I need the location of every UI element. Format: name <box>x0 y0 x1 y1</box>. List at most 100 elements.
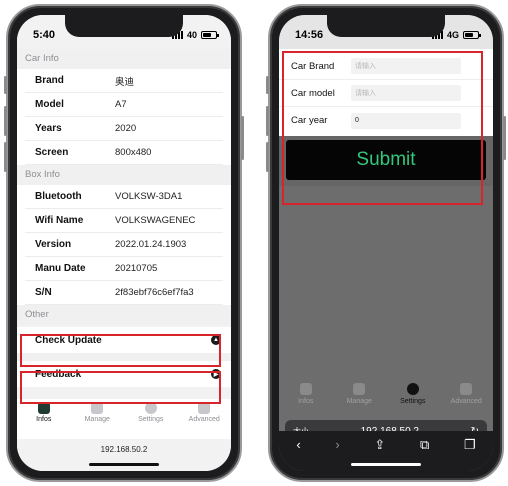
form-row-car-year: Car year <box>279 107 493 134</box>
volume-up-button <box>4 106 7 136</box>
manage-icon <box>353 383 366 395</box>
tabs-icon[interactable]: ❐ <box>464 437 476 453</box>
bookmarks-icon[interactable]: ⧉ <box>420 437 429 453</box>
car-info-list: Brand 奥迪 Model A7 Years 2020 Screen 800x… <box>17 69 231 165</box>
info-value: 奥迪 <box>115 76 135 88</box>
submit-button[interactable]: Submit <box>286 140 486 180</box>
power-button <box>503 116 506 160</box>
power-button <box>241 116 244 160</box>
car-year-input[interactable] <box>351 112 461 129</box>
network-label: 4G <box>446 30 459 40</box>
section-header-box-info: Box Info <box>17 165 231 185</box>
info-label: Bluetooth <box>35 191 82 202</box>
box-info-list: Bluetooth VOLKSW-3DA1 Wifi Name VOLKSWAG… <box>17 185 231 305</box>
car-model-input[interactable] <box>351 85 461 101</box>
info-row-wifi-name: Wifi Name VOLKSWAGENEC <box>25 209 223 233</box>
info-label: Manu Date <box>35 263 86 274</box>
manage-icon <box>91 402 104 414</box>
right-phone-screen: 14:56 4G Car Brand Car model Car year Su <box>279 15 493 471</box>
right-phone-frame: 14:56 4G Car Brand Car model Car year Su <box>266 4 506 482</box>
submit-container: Submit <box>279 136 493 186</box>
infos-icon <box>37 402 50 414</box>
settings-icon <box>406 383 419 395</box>
tab-label: Advanced <box>450 398 482 405</box>
advanced-icon <box>198 402 211 414</box>
info-row-manu-date: Manu Date 20210705 <box>25 257 223 281</box>
check-update-label: Check Update <box>35 334 102 346</box>
volume-down-button <box>4 142 7 172</box>
info-row-model: Model A7 <box>25 93 223 117</box>
back-icon[interactable]: ‹ <box>296 437 300 452</box>
info-value: 2022.01.24.1903 <box>115 239 187 250</box>
chevron-right-icon: ▶ <box>211 369 221 379</box>
tab-infos[interactable]: Infos <box>282 383 330 419</box>
battery-icon <box>201 31 219 39</box>
info-value: VOLKSWAGENEC <box>115 215 196 226</box>
volume-down-button <box>266 142 269 172</box>
info-label: Years <box>35 123 62 134</box>
settings-icon <box>144 402 157 414</box>
section-header-other: Other <box>17 305 231 325</box>
tab-settings[interactable]: Settings <box>126 402 176 423</box>
tab-bar: Infos Manage Settings Advanced <box>279 379 493 419</box>
notch <box>327 15 445 37</box>
info-value: A7 <box>115 99 127 110</box>
info-label: S/N <box>35 287 52 298</box>
tab-label: Advanced <box>188 416 220 423</box>
info-label: Screen <box>35 147 69 158</box>
info-row-version: Version 2022.01.24.1903 <box>25 233 223 257</box>
info-label: Model <box>35 99 64 110</box>
car-model-label: Car model <box>291 87 335 99</box>
network-label: 40 <box>186 30 197 40</box>
status-time: 14:56 <box>295 29 324 41</box>
notch <box>65 15 183 37</box>
info-row-years: Years 2020 <box>25 117 223 141</box>
info-value: 800x480 <box>115 147 152 158</box>
tab-bar: Infos Manage Settings Advanced <box>17 399 231 439</box>
url-text: 192.168.50.2 <box>100 445 148 454</box>
info-row-screen: Screen 800x480 <box>25 141 223 165</box>
tab-advanced[interactable]: Advanced <box>179 402 229 423</box>
feedback-button[interactable]: Feedback ▶ <box>17 361 231 387</box>
tab-label: Manage <box>84 416 110 423</box>
car-year-label: Car year <box>291 115 328 126</box>
info-value: 2020 <box>115 123 137 134</box>
volume-up-button <box>266 106 269 136</box>
left-phone-frame: 5:40 40 Car Info Brand 奥迪 Model A7 Years… <box>4 4 244 482</box>
battery-icon <box>463 31 481 39</box>
car-form: Car Brand Car model Car year <box>279 49 493 136</box>
info-value: 20210705 <box>115 263 158 274</box>
tab-label: Settings <box>400 398 426 405</box>
advanced-icon <box>460 383 473 395</box>
tab-label: Manage <box>346 398 372 405</box>
home-indicator <box>351 463 421 466</box>
tab-settings[interactable]: Settings <box>389 383 437 419</box>
tab-manage[interactable]: Manage <box>335 383 383 419</box>
info-label: Brand <box>35 75 64 86</box>
infos-icon <box>299 383 312 395</box>
tab-infos[interactable]: Infos <box>19 402 69 423</box>
check-update-button[interactable]: Check Update ▲ <box>17 327 231 353</box>
url-bar[interactable]: 192.168.50.2 <box>17 439 231 471</box>
status-time: 5:40 <box>33 29 56 41</box>
home-indicator <box>89 463 159 466</box>
left-phone-screen: 5:40 40 Car Info Brand 奥迪 Model A7 Years… <box>17 15 231 471</box>
section-header-car-info: Car Info <box>17 49 231 69</box>
form-row-car-model: Car model <box>279 80 493 107</box>
upload-icon: ▲ <box>211 335 221 345</box>
info-row-bluetooth: Bluetooth VOLKSW-3DA1 <box>25 185 223 209</box>
tab-advanced[interactable]: Advanced <box>442 383 490 419</box>
feedback-label: Feedback <box>35 368 82 380</box>
mute-switch <box>266 76 269 94</box>
car-brand-label: Car Brand <box>291 60 335 72</box>
info-label: Wifi Name <box>35 215 84 226</box>
forward-icon[interactable]: › <box>335 437 339 452</box>
mute-switch <box>4 76 7 94</box>
tab-manage[interactable]: Manage <box>72 402 122 423</box>
info-value: 2f83ebf76c6ef7fa3 <box>115 287 194 298</box>
tab-label: Infos <box>298 398 314 405</box>
car-brand-input[interactable] <box>351 58 461 74</box>
share-icon[interactable]: ⇪ <box>374 437 385 453</box>
form-row-car-brand: Car Brand <box>279 53 493 80</box>
info-row-serial-number: S/N 2f83ebf76c6ef7fa3 <box>25 281 223 305</box>
